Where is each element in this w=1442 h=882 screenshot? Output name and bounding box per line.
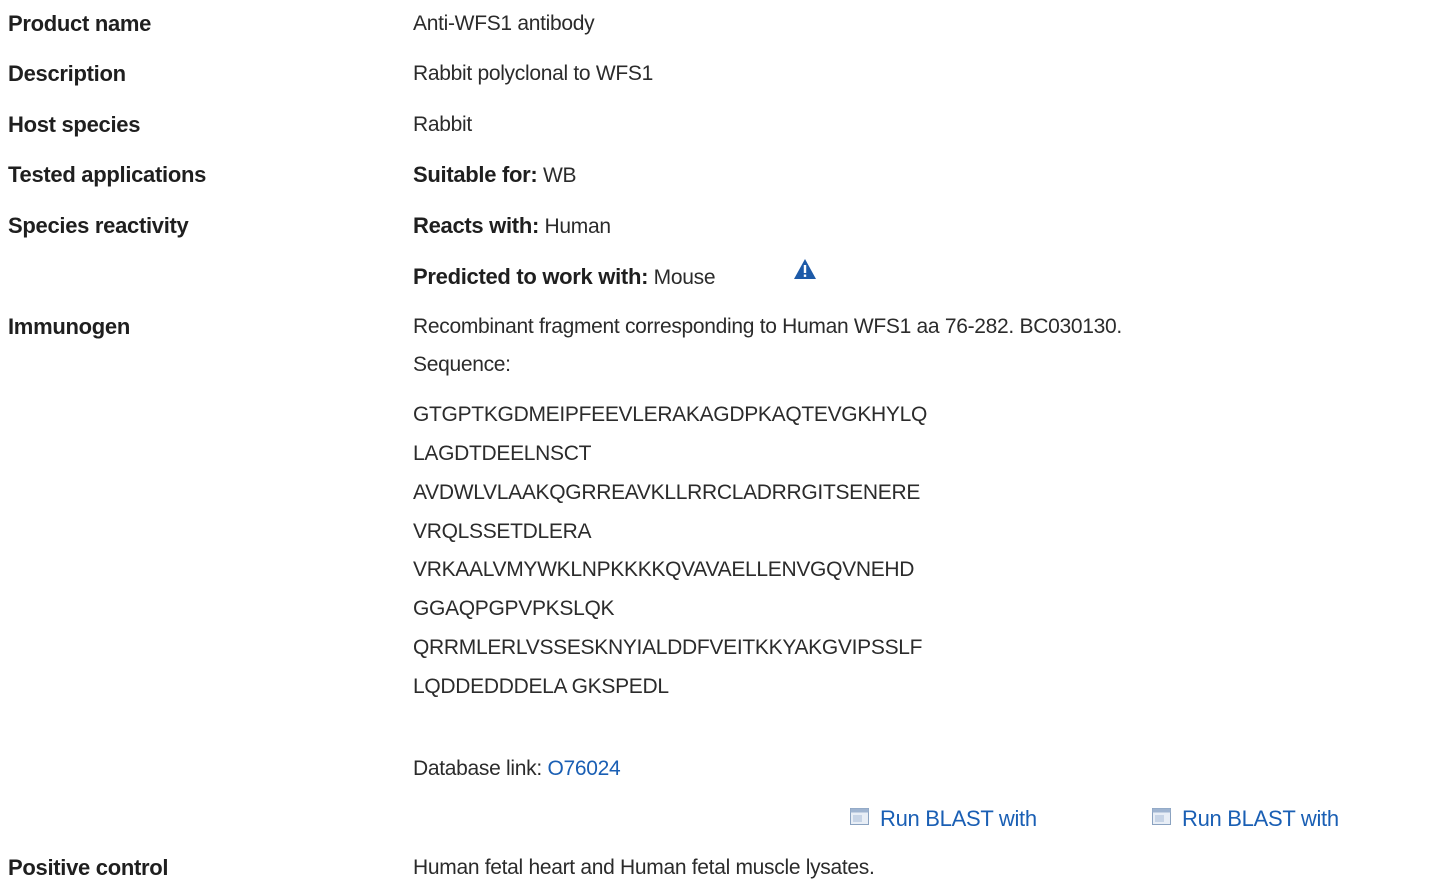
predicted-value: Mouse (653, 266, 716, 289)
tested-applications-value: Suitable for: WB (413, 162, 577, 188)
host-species-label: Host species (8, 112, 141, 137)
sequence-line: VRKAALVMYWKLNPKKKKQVAVAELLENVGQVNEHD (413, 558, 915, 581)
database-link[interactable]: O76024 (547, 757, 620, 780)
immunogen-description: Recombinant fragment corresponding to Hu… (413, 315, 1122, 338)
sequence-line: GGAQPGPVPKSLQK (413, 597, 615, 620)
sequence-line: AVDWLVLAAKQGRREAVKLLRRCLADRRGITSENERE (413, 481, 921, 504)
reacts-with-prefix: Reacts with: (413, 213, 539, 238)
product-name-label: Product name (8, 11, 152, 36)
sequence-label: Sequence: (413, 353, 511, 376)
sequence-line: LQDDEDDDELA GKSPEDL (413, 675, 669, 698)
run-blast-label[interactable]: Run BLAST with (1182, 806, 1339, 832)
database-link-label: Database link: (413, 757, 542, 780)
reacts-with-row: Reacts with: Human (413, 213, 611, 239)
sequence-line: GTGPTKGDMEIPFEEVLERAKAGDPKAQTEVGKHYLQ (413, 403, 928, 426)
sequence-line: LAGDTDEELNSCT (413, 442, 592, 465)
host-species-value: Rabbit (413, 113, 472, 136)
sequence-line: QRRMLERLVSSESKNYIALDDFVEITKKYAKGVIPSSLF (413, 636, 923, 659)
species-reactivity-label: Species reactivity (8, 213, 189, 238)
positive-control-label: Positive control (8, 855, 169, 880)
immunogen-label: Immunogen (8, 314, 130, 339)
external-window-icon (1152, 807, 1171, 825)
run-blast-label[interactable]: Run BLAST with (880, 806, 1037, 832)
description-value: Rabbit polyclonal to WFS1 (413, 62, 653, 85)
run-blast-link-2[interactable]: Run BLAST with (1152, 806, 1339, 832)
suitable-for-value: WB (542, 164, 577, 187)
description-label: Description (8, 61, 126, 86)
predicted-to-work-row: Predicted to work with: Mouse (413, 264, 716, 290)
suitable-for-prefix: Suitable for: (413, 162, 538, 187)
run-blast-link-1[interactable]: Run BLAST with (850, 806, 1037, 832)
reacts-with-value: Human (544, 215, 612, 238)
tested-applications-label: Tested applications (8, 162, 207, 187)
product-name-value: Anti-WFS1 antibody (413, 12, 595, 35)
sequence-line: VRQLSSETDLERA (413, 520, 592, 543)
warning-triangle-icon[interactable] (793, 258, 817, 280)
predicted-prefix: Predicted to work with: (413, 264, 649, 289)
external-window-icon (850, 807, 869, 825)
positive-control-value: Human fetal heart and Human fetal muscle… (413, 856, 875, 879)
database-link-row: Database link: O76024 (413, 757, 621, 781)
